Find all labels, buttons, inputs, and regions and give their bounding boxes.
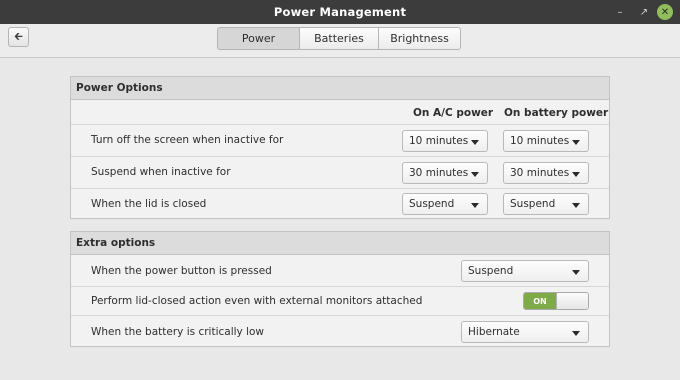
lid-monitors-label: Perform lid-closed action even with exte… [91,295,423,307]
settings-row: When the power button is pressed Suspend [71,256,609,286]
stack-switcher: Power Batteries Brightness [217,27,461,50]
tab-power[interactable]: Power [217,27,300,50]
column-header-battery: On battery power [504,107,609,119]
screen-off-battery-combo[interactable]: 10 minutes [503,130,589,152]
extra-options-frame: Extra options When the power button is p… [70,231,610,347]
tab-brightness[interactable]: Brightness [379,27,461,50]
chevron-down-icon [572,172,580,177]
chevron-down-icon [572,203,580,208]
critical-battery-combo[interactable]: Hibernate [461,321,589,343]
power-button-combo[interactable]: Suspend [461,260,589,282]
toggle-state: ON [524,293,556,309]
lid-monitors-toggle[interactable]: ON [523,292,589,310]
column-header-ac: On A/C power [413,107,494,119]
critical-battery-label: When the battery is critically low [91,326,265,338]
toggle-knob [556,293,588,309]
chevron-down-icon [471,172,479,177]
combo-value: Suspend [468,265,514,277]
chevron-down-icon [471,203,479,208]
chevron-down-icon [572,140,580,145]
toolbar: 🡰 Power Batteries Brightness [0,24,680,58]
power-options-frame: Power Options On A/C power On battery po… [70,76,610,219]
lid-ac-combo[interactable]: Suspend [402,193,488,215]
chevron-down-icon [572,270,580,275]
lid-battery-combo[interactable]: Suspend [503,193,589,215]
maximize-icon[interactable]: ↗ [636,4,652,20]
suspend-inactive-label: Suspend when inactive for [91,166,231,178]
combo-value: Hibernate [468,326,520,338]
combo-value: 10 minutes [510,135,570,147]
title-bar: Power Management – ↗ ✕ [0,0,680,24]
combo-value: Suspend [409,198,455,210]
suspend-ac-combo[interactable]: 30 minutes [402,162,488,184]
minimize-icon[interactable]: – [612,4,628,20]
back-button[interactable]: 🡰 [8,27,29,47]
combo-value: 10 minutes [409,135,469,147]
suspend-battery-combo[interactable]: 30 minutes [503,162,589,184]
arrow-left-icon: 🡰 [14,29,23,43]
extra-options-title: Extra options [71,232,609,255]
combo-value: 30 minutes [510,167,570,179]
close-icon[interactable]: ✕ [657,4,673,20]
settings-row: When the lid is closed Suspend Suspend [71,188,609,219]
tab-batteries[interactable]: Batteries [300,27,379,50]
settings-row: Perform lid-closed action even with exte… [71,286,609,315]
screen-off-ac-combo[interactable]: 10 minutes [402,130,488,152]
window-title: Power Management [273,5,407,19]
settings-row: When the battery is critically low Hiber… [71,315,609,347]
combo-value: 30 minutes [409,167,469,179]
chevron-down-icon [471,140,479,145]
power-button-label: When the power button is pressed [91,265,272,277]
chevron-down-icon [572,331,580,336]
screen-off-label: Turn off the screen when inactive for [91,134,284,146]
power-options-title: Power Options [71,77,609,100]
lid-closed-label: When the lid is closed [91,198,207,210]
combo-value: Suspend [510,198,556,210]
settings-row: Suspend when inactive for 30 minutes 30 … [71,156,609,188]
settings-row: Turn off the screen when inactive for 10… [71,124,609,156]
